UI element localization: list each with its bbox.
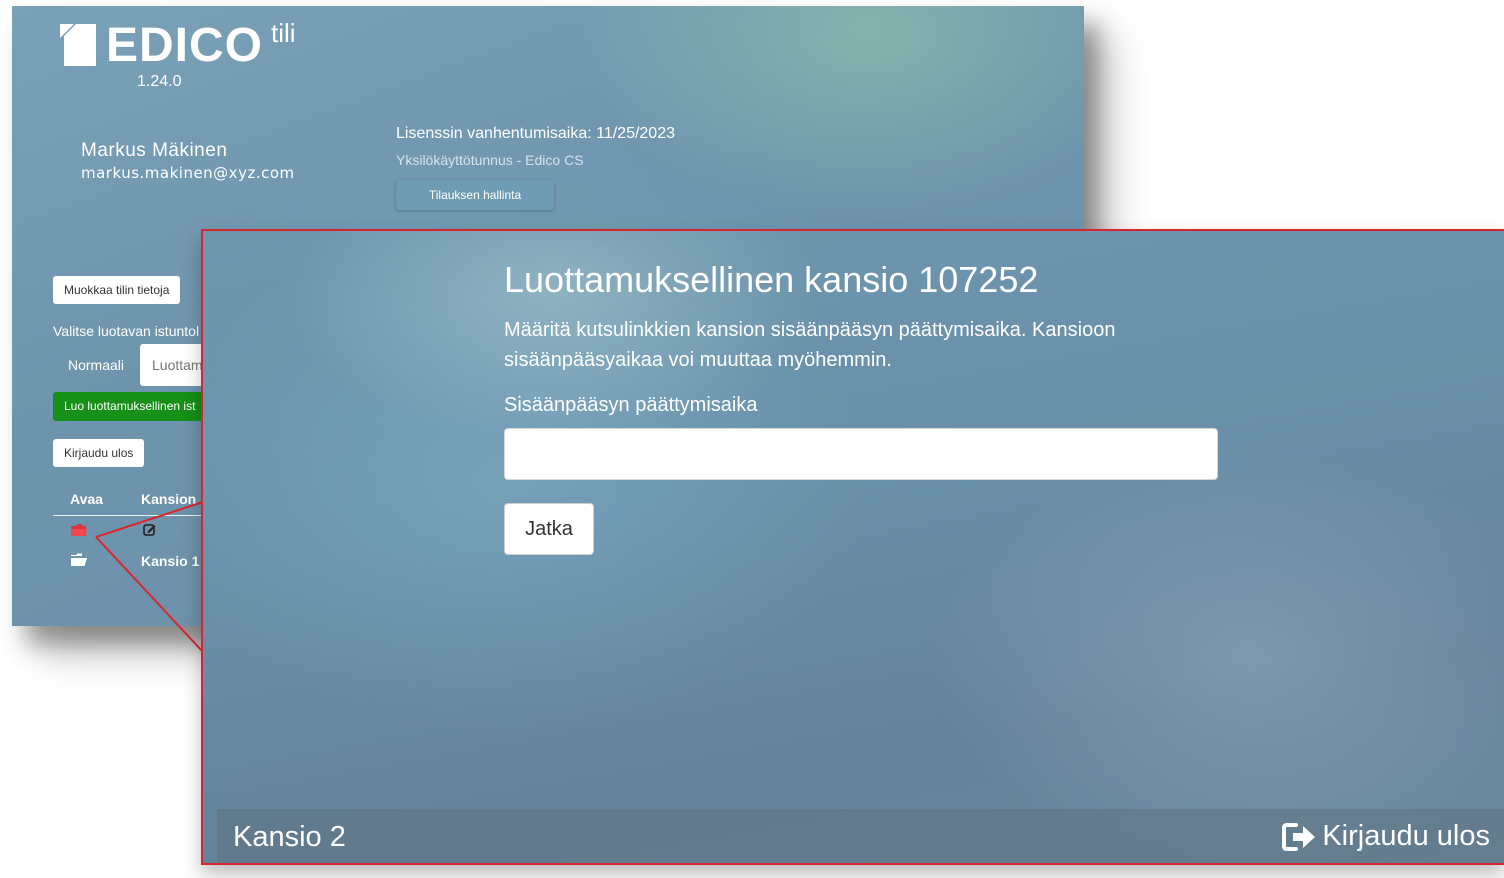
user-email: markus.makinen@xyz.com <box>81 164 295 182</box>
session-type-label: Valitse luotavan istuntol <box>53 323 200 339</box>
sign-out-icon <box>1282 822 1316 851</box>
dialog-title: Luottamuksellinen kansio 107252 <box>504 259 1039 300</box>
account-type: Yksilökäyttötunnus - Edico CS <box>396 152 584 168</box>
logout-button[interactable]: Kirjaudu ulos <box>53 439 145 467</box>
dialog-description: Määritä kutsulinkkien kansion sisäänpääs… <box>504 319 1116 371</box>
edit-account-button[interactable]: Muokkaa tilin tietoja <box>53 276 181 304</box>
edico-logo: EDICO tili <box>60 18 296 72</box>
session-option-normal[interactable]: Normaali <box>53 345 139 385</box>
create-confidential-session-button[interactable]: Luo luottamuksellinen ist <box>53 392 223 421</box>
folder-row-name[interactable]: Kansio 1 <box>141 553 199 569</box>
logo-suffix: tili <box>271 18 296 48</box>
table-header-folder: Kansion <box>141 491 197 507</box>
footer-logout-label: Kirjaudu ulos <box>1322 820 1490 852</box>
current-folder-name: Kansio 2 <box>233 821 346 853</box>
manage-subscription-button[interactable]: Tilauksen hallinta <box>396 180 554 210</box>
confidential-folder-dialog: Luottamuksellinen kansio 107252 Määritä … <box>201 229 1504 865</box>
edico-logo-icon <box>60 24 96 66</box>
app-version: 1.24.0 <box>137 73 182 90</box>
logo-text: EDICO <box>106 19 264 72</box>
license-expiry: Lisenssin vanhentumisaika: 11/25/2023 <box>396 125 675 142</box>
continue-button[interactable]: Jatka <box>504 503 594 555</box>
folder-open-icon[interactable] <box>70 553 88 567</box>
table-divider <box>53 515 223 516</box>
expiry-date-input[interactable] <box>504 428 1218 480</box>
table-header-open: Avaa <box>70 491 103 507</box>
footer-logout-link[interactable]: Kirjaudu ulos <box>1282 820 1490 853</box>
red-folder-icon[interactable] <box>70 523 88 537</box>
footer-bar: Kansio 2 Kirjaudu ulos <box>217 809 1504 863</box>
edit-icon[interactable] <box>143 523 157 537</box>
expiry-field-label: Sisäänpääsyn päättymisaika <box>504 394 758 416</box>
user-name: Markus Mäkinen <box>81 140 228 161</box>
